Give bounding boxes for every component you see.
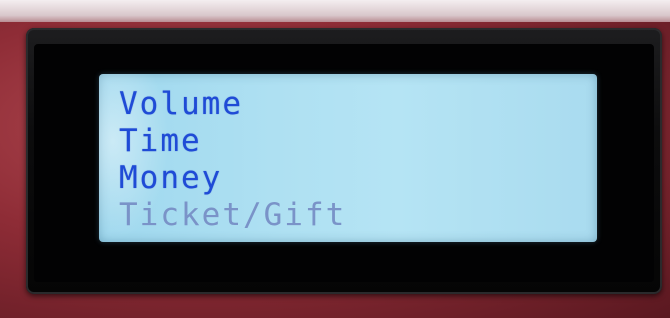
lcd-screen: Volume Time Money Ticket/Gift (99, 74, 597, 242)
device-photo: Volume Time Money Ticket/Gift (0, 0, 670, 318)
lcd-menu: Volume Time Money Ticket/Gift (119, 86, 346, 234)
menu-item-time[interactable]: Time (119, 123, 346, 160)
menu-item-label: Money (119, 160, 223, 196)
menu-item-label: Time (119, 123, 202, 159)
menu-item-money[interactable]: Money (119, 160, 346, 197)
menu-item-volume[interactable]: Volume (119, 86, 346, 123)
menu-item-label: Volume (119, 86, 243, 122)
menu-item-label: Ticket/Gift (119, 197, 347, 233)
menu-item-ticket-gift[interactable]: Ticket/Gift (119, 197, 346, 234)
casing-top-edge (0, 0, 670, 22)
